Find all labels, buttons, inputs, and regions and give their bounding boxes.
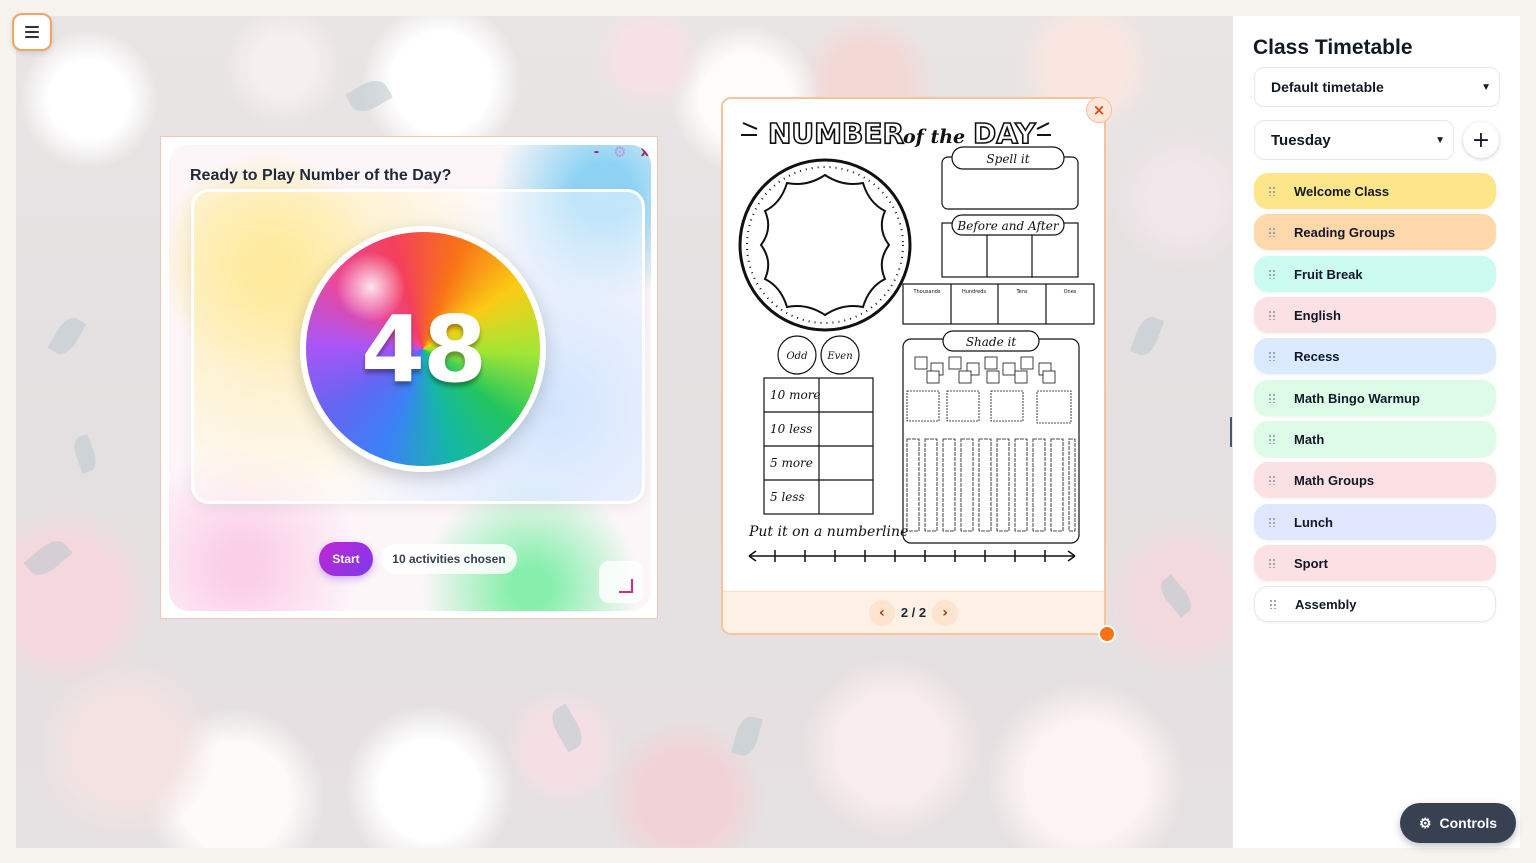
place-value-hundreds: Hundreds [962, 289, 986, 295]
resize-handle[interactable] [1098, 625, 1116, 643]
minimize-icon[interactable]: - [594, 145, 599, 160]
chevron-down-icon: ▼ [1481, 81, 1491, 93]
place-value-ones: Ones [1064, 289, 1077, 295]
drag-handle-icon[interactable] [1268, 517, 1276, 527]
place-value-blocks [906, 356, 1072, 424]
timetable-slot[interactable]: Assembly [1254, 586, 1496, 622]
worksheet-heading: NUMBER of the DAY [741, 116, 1051, 151]
place-value-thousands: Thousands [912, 289, 940, 295]
number-circle [738, 158, 912, 332]
timetable-panel: Class Timetable Default timetable ▼ Tues… [1232, 16, 1520, 848]
five-less-label: 5 less [770, 490, 805, 504]
drag-handle-icon[interactable] [1268, 475, 1276, 485]
number-of-the-day: 48 [360, 295, 487, 403]
controls-button[interactable]: ⚙ Controls [1400, 803, 1516, 843]
timetable-slot-label: Fruit Break [1294, 266, 1363, 282]
tens-rods [906, 438, 1076, 532]
drag-handle-icon[interactable] [1268, 269, 1276, 279]
chevron-down-icon: ▼ [1435, 134, 1445, 146]
game-card: - ⚙ x Ready to Play Number of the Day? 4… [169, 145, 651, 611]
timetable-slot-label: Welcome Class [1294, 183, 1390, 199]
worksheet-widget: × NUMBER of the DAY Spell it Before and … [721, 97, 1116, 643]
activities-chosen-button[interactable]: 10 activities chosen [381, 544, 517, 574]
drag-handle-icon[interactable] [1268, 393, 1276, 403]
timetable-slot[interactable]: Recess [1254, 338, 1496, 374]
drag-handle-icon[interactable] [1268, 351, 1276, 361]
timetable-slot-label: Reading Groups [1294, 224, 1396, 240]
chevron-left-icon[interactable]: ‹ [868, 599, 895, 626]
timetable-slot[interactable]: Welcome Class [1254, 173, 1496, 209]
timetable-slot-label: English [1294, 307, 1341, 323]
page-indicator: 2 / 2 [900, 605, 927, 620]
ten-more-label: 10 more [770, 388, 821, 402]
resize-handle[interactable] [599, 561, 643, 603]
timetable-slot[interactable]: Reading Groups [1254, 214, 1496, 250]
drag-handle-icon[interactable] [1268, 186, 1276, 196]
worksheet-page: NUMBER of the DAY Spell it Before and Af… [738, 116, 1095, 562]
timetable-slot[interactable]: Sport [1254, 545, 1496, 581]
number-display-panel: 48 [191, 189, 645, 504]
drag-handle-icon[interactable] [1268, 434, 1276, 444]
gear-icon[interactable]: ⚙ [613, 145, 626, 161]
timetable-slot-label: Math Bingo Warmup [1294, 390, 1420, 406]
drag-handle-icon[interactable] [1268, 227, 1276, 237]
timetable-slot-label: Lunch [1294, 514, 1333, 530]
heading-of-the: of the [903, 126, 965, 148]
place-value-tens: Tens [1015, 289, 1027, 295]
timetable-slot[interactable]: Math Bingo Warmup [1254, 380, 1496, 416]
numberline [748, 550, 1076, 562]
menu-button[interactable] [12, 13, 52, 51]
heading-number: NUMBER [768, 117, 904, 150]
close-icon[interactable]: x [641, 145, 649, 160]
timetable-slot[interactable]: Math [1254, 421, 1496, 457]
drag-handle-icon[interactable] [1268, 310, 1276, 320]
even-label: Even [826, 351, 852, 362]
number-ball: 48 [300, 226, 546, 472]
timetable-slot-label: Math [1294, 431, 1325, 447]
before-and-after-label: Before and After [956, 219, 1059, 233]
panel-title: Class Timetable [1253, 36, 1413, 59]
timetable-slot[interactable]: Lunch [1254, 504, 1496, 540]
chevron-right-icon[interactable]: › [932, 599, 959, 626]
drag-handle-icon[interactable] [1268, 558, 1276, 568]
spell-it-label: Spell it [986, 152, 1029, 166]
odd-label: Odd [786, 351, 807, 362]
timetable-slot-label: Assembly [1295, 596, 1357, 612]
timetable-slot[interactable]: English [1254, 297, 1496, 333]
number-of-the-day-game-widget: - ⚙ x Ready to Play Number of the Day? 4… [160, 136, 658, 619]
ten-less-label: 10 less [770, 422, 812, 436]
gear-icon: ⚙ [1418, 814, 1432, 831]
day-select[interactable]: Tuesday ▼ [1254, 120, 1454, 160]
worksheet-pagination: ‹ 2 / 2 › [723, 591, 1104, 633]
shade-it-label: Shade it [966, 335, 1017, 349]
timetable-slot-label: Math Groups [1294, 472, 1375, 488]
game-title: Ready to Play Number of the Day? [190, 167, 452, 184]
timetable-slot[interactable]: Math Groups [1254, 462, 1496, 498]
widget-controls: - ⚙ x [594, 145, 649, 161]
numberline-label: Put it on a numberline [748, 524, 908, 540]
timetable-slot[interactable]: Fruit Break [1254, 256, 1496, 292]
five-more-label: 5 more [770, 456, 813, 470]
add-slot-button[interactable]: + [1463, 122, 1499, 158]
menu-icon [25, 26, 39, 28]
drag-handle-icon[interactable] [1269, 599, 1277, 609]
heading-day: DAY [973, 117, 1036, 150]
timetable-select[interactable]: Default timetable ▼ [1254, 67, 1500, 107]
start-button[interactable]: Start [319, 542, 373, 576]
timetable-slot-label: Recess [1294, 348, 1340, 364]
timetable-slot-label: Sport [1294, 555, 1328, 571]
